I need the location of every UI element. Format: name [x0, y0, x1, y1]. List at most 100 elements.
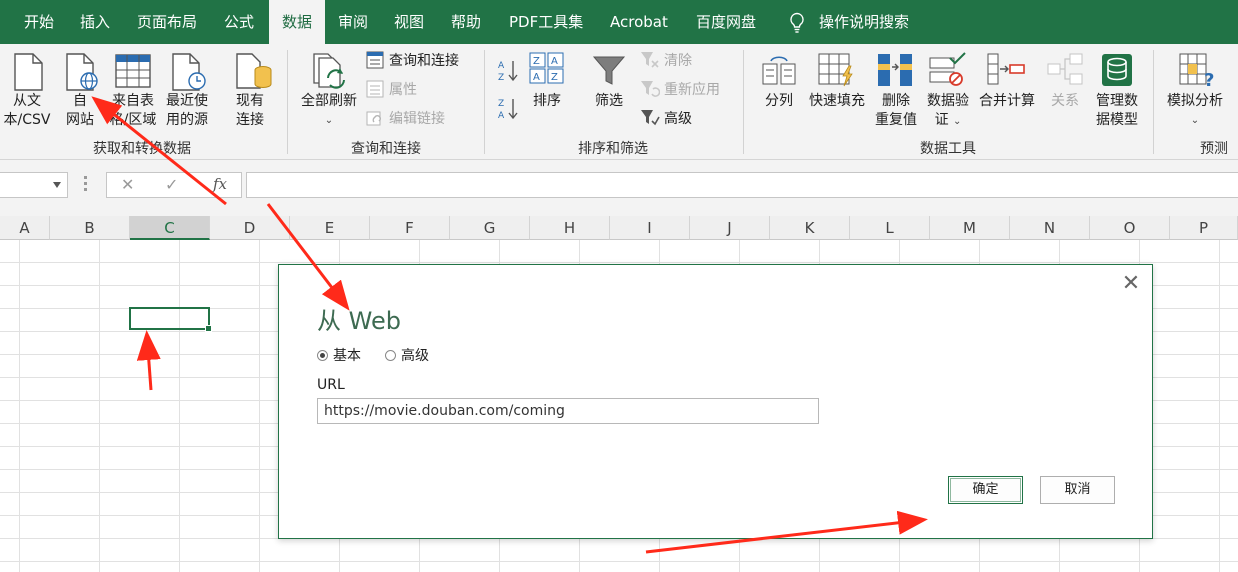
column-header-p[interactable]: P: [1170, 216, 1238, 240]
clear-filter-icon: [641, 52, 659, 68]
column-header-n[interactable]: N: [1010, 216, 1090, 240]
tell-me-search[interactable]: 操作说明搜索: [819, 0, 909, 44]
column-header-k[interactable]: K: [770, 216, 850, 240]
filter-button[interactable]: 筛选: [588, 92, 630, 111]
tab-view[interactable]: 视图: [394, 0, 424, 44]
recent-sources-button[interactable]: 最近使 用的源: [160, 92, 214, 130]
table-icon: [115, 54, 151, 88]
from-text-csv-button[interactable]: 从文 本/CSV: [0, 92, 54, 130]
radio-advanced-label: 高级: [401, 348, 429, 364]
svg-text:A: A: [498, 61, 505, 71]
chevron-down-icon: ⌄: [324, 115, 334, 126]
svg-text:A: A: [498, 111, 505, 120]
from-table-range-button[interactable]: 来自表 格/区域: [106, 92, 160, 130]
clear-button[interactable]: 清除: [664, 52, 692, 70]
column-header-f[interactable]: F: [370, 216, 450, 240]
insert-function-icon[interactable]: fx: [213, 175, 227, 193]
radio-advanced-indicator[interactable]: [385, 350, 396, 361]
flash-fill-button[interactable]: 快速填充: [804, 92, 870, 111]
column-header-m[interactable]: M: [930, 216, 1010, 240]
refresh-all-button[interactable]: 全部刷新 ⌄: [294, 92, 364, 130]
selected-cell[interactable]: [129, 307, 212, 332]
tab-formulas[interactable]: 公式: [224, 0, 254, 44]
tab-review[interactable]: 审阅: [338, 0, 368, 44]
radio-basic-label: 基本: [333, 348, 361, 364]
tab-help[interactable]: 帮助: [451, 0, 481, 44]
svg-text:Z: Z: [498, 99, 504, 109]
tab-home[interactable]: 开始: [24, 0, 54, 44]
radio-basic-indicator[interactable]: [317, 350, 328, 361]
svg-text:Z: Z: [498, 73, 504, 82]
from-text-csv-line1: 从文: [13, 93, 41, 109]
column-header-c[interactable]: C: [130, 216, 210, 240]
column-header-a[interactable]: A: [0, 216, 50, 240]
sort-dialog-icon: Z A A Z: [529, 52, 564, 84]
existing-connections-button[interactable]: 现有 连接: [224, 92, 276, 130]
remove-duplicates-line1: 删除: [882, 93, 910, 109]
from-table-line2: 格/区域: [109, 112, 157, 128]
formula-input[interactable]: [246, 172, 1238, 198]
url-label: URL: [317, 377, 345, 393]
existing-connections-icon: [236, 53, 272, 89]
sort-button[interactable]: 排序: [526, 92, 568, 111]
cancel-icon[interactable]: ✕: [121, 175, 134, 194]
consolidate-button[interactable]: 合并计算: [974, 92, 1040, 111]
remove-duplicates-icon: [878, 54, 912, 86]
column-header-e[interactable]: E: [290, 216, 370, 240]
queries-connections-button[interactable]: 查询和连接: [389, 52, 459, 70]
properties-button[interactable]: 属性: [389, 81, 417, 99]
column-header-g[interactable]: G: [450, 216, 530, 240]
from-text-csv-line2: 本/CSV: [3, 112, 51, 128]
column-header-d[interactable]: D: [210, 216, 290, 240]
tab-baidu-netdisk[interactable]: 百度网盘: [696, 0, 756, 44]
filter-funnel-icon: [592, 56, 626, 85]
consolidate-icon: [987, 53, 1025, 85]
ribbon-separator: [287, 50, 288, 154]
chevron-down-icon[interactable]: [53, 182, 61, 188]
dialog-title: 从 Web: [317, 307, 401, 335]
data-validation-button[interactable]: 数据验 证 ⌄: [920, 92, 976, 131]
from-web-button[interactable]: 自 网站: [58, 92, 102, 130]
name-box[interactable]: [0, 172, 68, 198]
url-input[interactable]: https://movie.douban.com/coming: [317, 398, 819, 424]
relationships-button[interactable]: 关系: [1044, 92, 1086, 111]
tab-acrobat[interactable]: Acrobat: [610, 0, 668, 44]
properties-icon: [366, 80, 384, 98]
queries-connections-icon: [366, 51, 384, 69]
remove-duplicates-line2: 重复值: [875, 112, 917, 128]
ribbon-separator: [743, 50, 744, 154]
group-label-sort-filter: 排序和筛选: [578, 141, 648, 157]
menu-bar: 开始 插入 页面布局 公式 数据 审阅 视图 帮助 PDF工具集 Acrobat…: [0, 0, 1238, 44]
column-header-l[interactable]: L: [850, 216, 930, 240]
close-icon[interactable]: ✕: [1120, 273, 1142, 295]
remove-duplicates-button[interactable]: 删除 重复值: [868, 92, 924, 130]
tab-pdf-tools[interactable]: PDF工具集: [509, 0, 583, 44]
ribbon-separator: [1153, 50, 1154, 154]
column-header-b[interactable]: B: [50, 216, 130, 240]
text-to-columns-button[interactable]: 分列: [758, 92, 800, 111]
advanced-button[interactable]: 高级: [664, 110, 692, 128]
column-header-o[interactable]: O: [1090, 216, 1170, 240]
existing-connections-line2: 连接: [236, 112, 264, 128]
ok-button[interactable]: 确定: [948, 476, 1023, 504]
enter-icon[interactable]: ✓: [165, 175, 178, 194]
column-header-i[interactable]: I: [610, 216, 690, 240]
formula-bar-grip-icon[interactable]: [84, 176, 88, 194]
column-header-j[interactable]: J: [690, 216, 770, 240]
formula-bar: ✕ ✓ fx: [0, 160, 1238, 216]
radio-basic[interactable]: 基本: [317, 345, 361, 365]
from-web-dialog: 从 Web ✕ 基本 高级 URL https://movie.douban.c…: [278, 264, 1153, 539]
manage-data-model-icon: [1102, 54, 1132, 86]
column-header-h[interactable]: H: [530, 216, 610, 240]
tab-insert[interactable]: 插入: [80, 0, 110, 44]
manage-data-model-button[interactable]: 管理数 据模型: [1088, 92, 1146, 130]
cancel-button[interactable]: 取消: [1040, 476, 1115, 504]
reapply-button[interactable]: 重新应用: [664, 81, 720, 99]
formula-buttons: ✕ ✓ fx: [106, 172, 242, 198]
tab-data[interactable]: 数据: [269, 0, 325, 44]
tab-page-layout[interactable]: 页面布局: [137, 0, 197, 44]
chevron-down-icon: ⌄: [953, 116, 962, 127]
radio-advanced[interactable]: 高级: [385, 345, 429, 365]
what-if-analysis-button[interactable]: 模拟分析 ⌄: [1162, 92, 1228, 130]
edit-links-button[interactable]: 编辑链接: [389, 110, 445, 128]
